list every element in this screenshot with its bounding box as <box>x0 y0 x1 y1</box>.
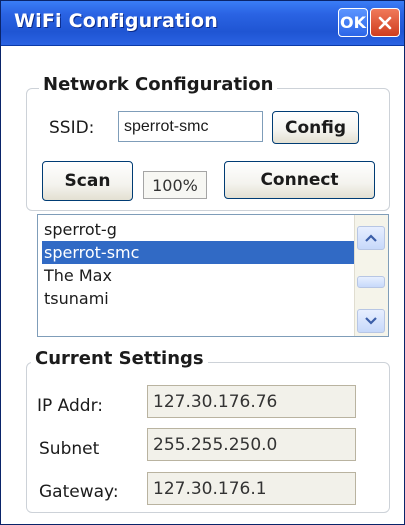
list-item[interactable]: sperrot-g <box>42 218 356 241</box>
close-icon <box>378 16 392 29</box>
subnet-field: 255.255.250.0 <box>147 428 356 461</box>
list-item[interactable]: tsunami <box>42 287 356 310</box>
list-item-selected[interactable]: sperrot-smc <box>42 241 356 264</box>
ssid-label: SSID: <box>49 118 95 138</box>
wifi-configuration-window: WiFi Configuration OK Network Configurat… <box>0 0 405 525</box>
current-settings-label: Current Settings <box>31 348 208 369</box>
list-scrollbar[interactable] <box>354 215 388 336</box>
gateway-label: Gateway: <box>39 482 119 502</box>
connect-button[interactable]: Connect <box>224 161 375 199</box>
ok-button[interactable]: OK <box>338 8 368 37</box>
ip-address-field: 127.30.176.76 <box>147 385 356 418</box>
chevron-down-icon <box>365 317 377 325</box>
ip-address-label: IP Addr: <box>37 396 103 416</box>
subnet-label: Subnet <box>39 439 100 459</box>
scroll-down-button[interactable] <box>357 309 385 333</box>
close-button[interactable] <box>370 8 400 37</box>
ssid-input[interactable] <box>118 111 263 142</box>
list-item[interactable]: The Max <box>42 264 356 287</box>
network-list[interactable]: sperrot-g sperrot-smc The Max tsunami <box>37 214 389 337</box>
config-button[interactable]: Config <box>272 111 359 144</box>
network-configuration-label: Network Configuration <box>39 74 278 95</box>
window-title: WiFi Configuration <box>14 10 218 32</box>
gateway-field: 127.30.176.1 <box>147 472 356 505</box>
title-bar: WiFi Configuration OK <box>1 1 404 46</box>
scan-button[interactable]: Scan <box>42 161 133 201</box>
scroll-thumb[interactable] <box>357 276 385 288</box>
chevron-up-icon <box>365 234 377 242</box>
scroll-up-button[interactable] <box>357 226 385 250</box>
scan-progress: 100% <box>143 171 207 199</box>
